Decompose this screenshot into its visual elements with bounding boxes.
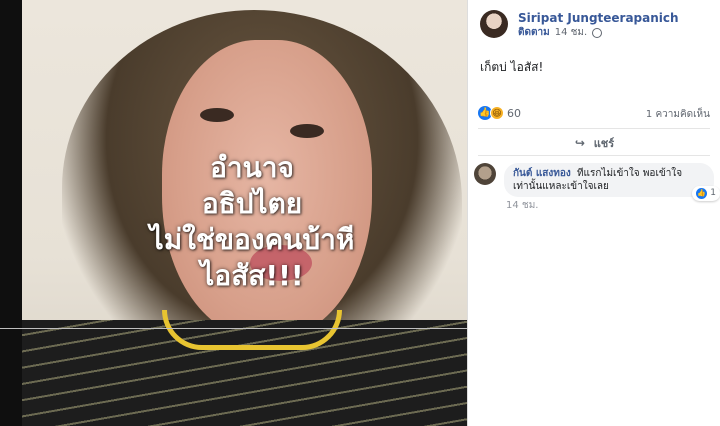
divider bbox=[478, 155, 710, 156]
globe-icon bbox=[592, 28, 603, 38]
post-time[interactable]: 14 ชม. bbox=[555, 26, 587, 40]
comment-count[interactable]: 1 ความคิดเห็น bbox=[646, 107, 710, 122]
share-button[interactable]: ↪ แชร์ bbox=[468, 134, 720, 152]
comment-bubble: กันต์ แสงทอง ทีแรกไม่เข้าใจ พอเข้าใจ เท่… bbox=[504, 163, 720, 201]
divider bbox=[478, 128, 710, 129]
comment-reactions[interactable]: 👍 1 bbox=[692, 186, 720, 201]
avatar[interactable] bbox=[480, 10, 508, 38]
side-panel: Siripat Jungteerapanich ติดตาม 14 ชม. เก… bbox=[467, 0, 720, 426]
reactions-summary[interactable]: 👍 😆 60 bbox=[478, 106, 521, 120]
share-label: แชร์ bbox=[593, 137, 615, 150]
overlay-line: ไอสัส!!! bbox=[200, 259, 304, 292]
author-name[interactable]: Siripat Jungteerapanich bbox=[518, 10, 679, 26]
comment-avatar[interactable] bbox=[474, 163, 496, 185]
photo-eye-right bbox=[290, 124, 324, 138]
overlay-line: อธิปไตย bbox=[201, 187, 303, 220]
comment-reaction-count: 1 bbox=[710, 188, 716, 198]
overlay-line: อำนาจ bbox=[210, 151, 294, 184]
overlay-line: ไม่ใช่ของคนบ้าหี bbox=[149, 223, 355, 256]
comment: กันต์ แสงทอง ทีแรกไม่เข้าใจ พอเข้าใจ เท่… bbox=[474, 163, 720, 201]
photo[interactable]: อำนาจ อธิปไตย ไม่ใช่ของคนบ้าหี ไอสัส!!! bbox=[22, 0, 467, 426]
comment-time[interactable]: 14 ชม. bbox=[506, 198, 538, 213]
photo-overlay-text: อำนาจ อธิปไตย ไม่ใช่ของคนบ้าหี ไอสัส!!! bbox=[132, 150, 372, 294]
comment-author[interactable]: กันต์ แสงทอง bbox=[513, 168, 571, 179]
post-caption: เก็ตบ่ ไอสัส! bbox=[480, 60, 544, 74]
post-author: Siripat Jungteerapanich ติดตาม 14 ชม. bbox=[480, 10, 679, 40]
post-subline: ติดตาม 14 ชม. bbox=[518, 26, 679, 40]
share-icon: ↪ bbox=[574, 136, 585, 150]
photo-viewer: อำนาจ อธิปไตย ไม่ใช่ของคนบ้าหี ไอสัส!!! … bbox=[0, 0, 720, 426]
divider-line bbox=[0, 328, 470, 329]
photo-eye-left bbox=[200, 108, 234, 122]
like-icon: 👍 bbox=[696, 188, 708, 199]
follow-link[interactable]: ติดตาม bbox=[518, 26, 550, 40]
photo-collar bbox=[162, 310, 342, 350]
author-meta: Siripat Jungteerapanich ติดตาม 14 ชม. bbox=[518, 10, 679, 40]
haha-icon: 😆 bbox=[490, 106, 504, 120]
reaction-count: 60 bbox=[507, 106, 521, 120]
